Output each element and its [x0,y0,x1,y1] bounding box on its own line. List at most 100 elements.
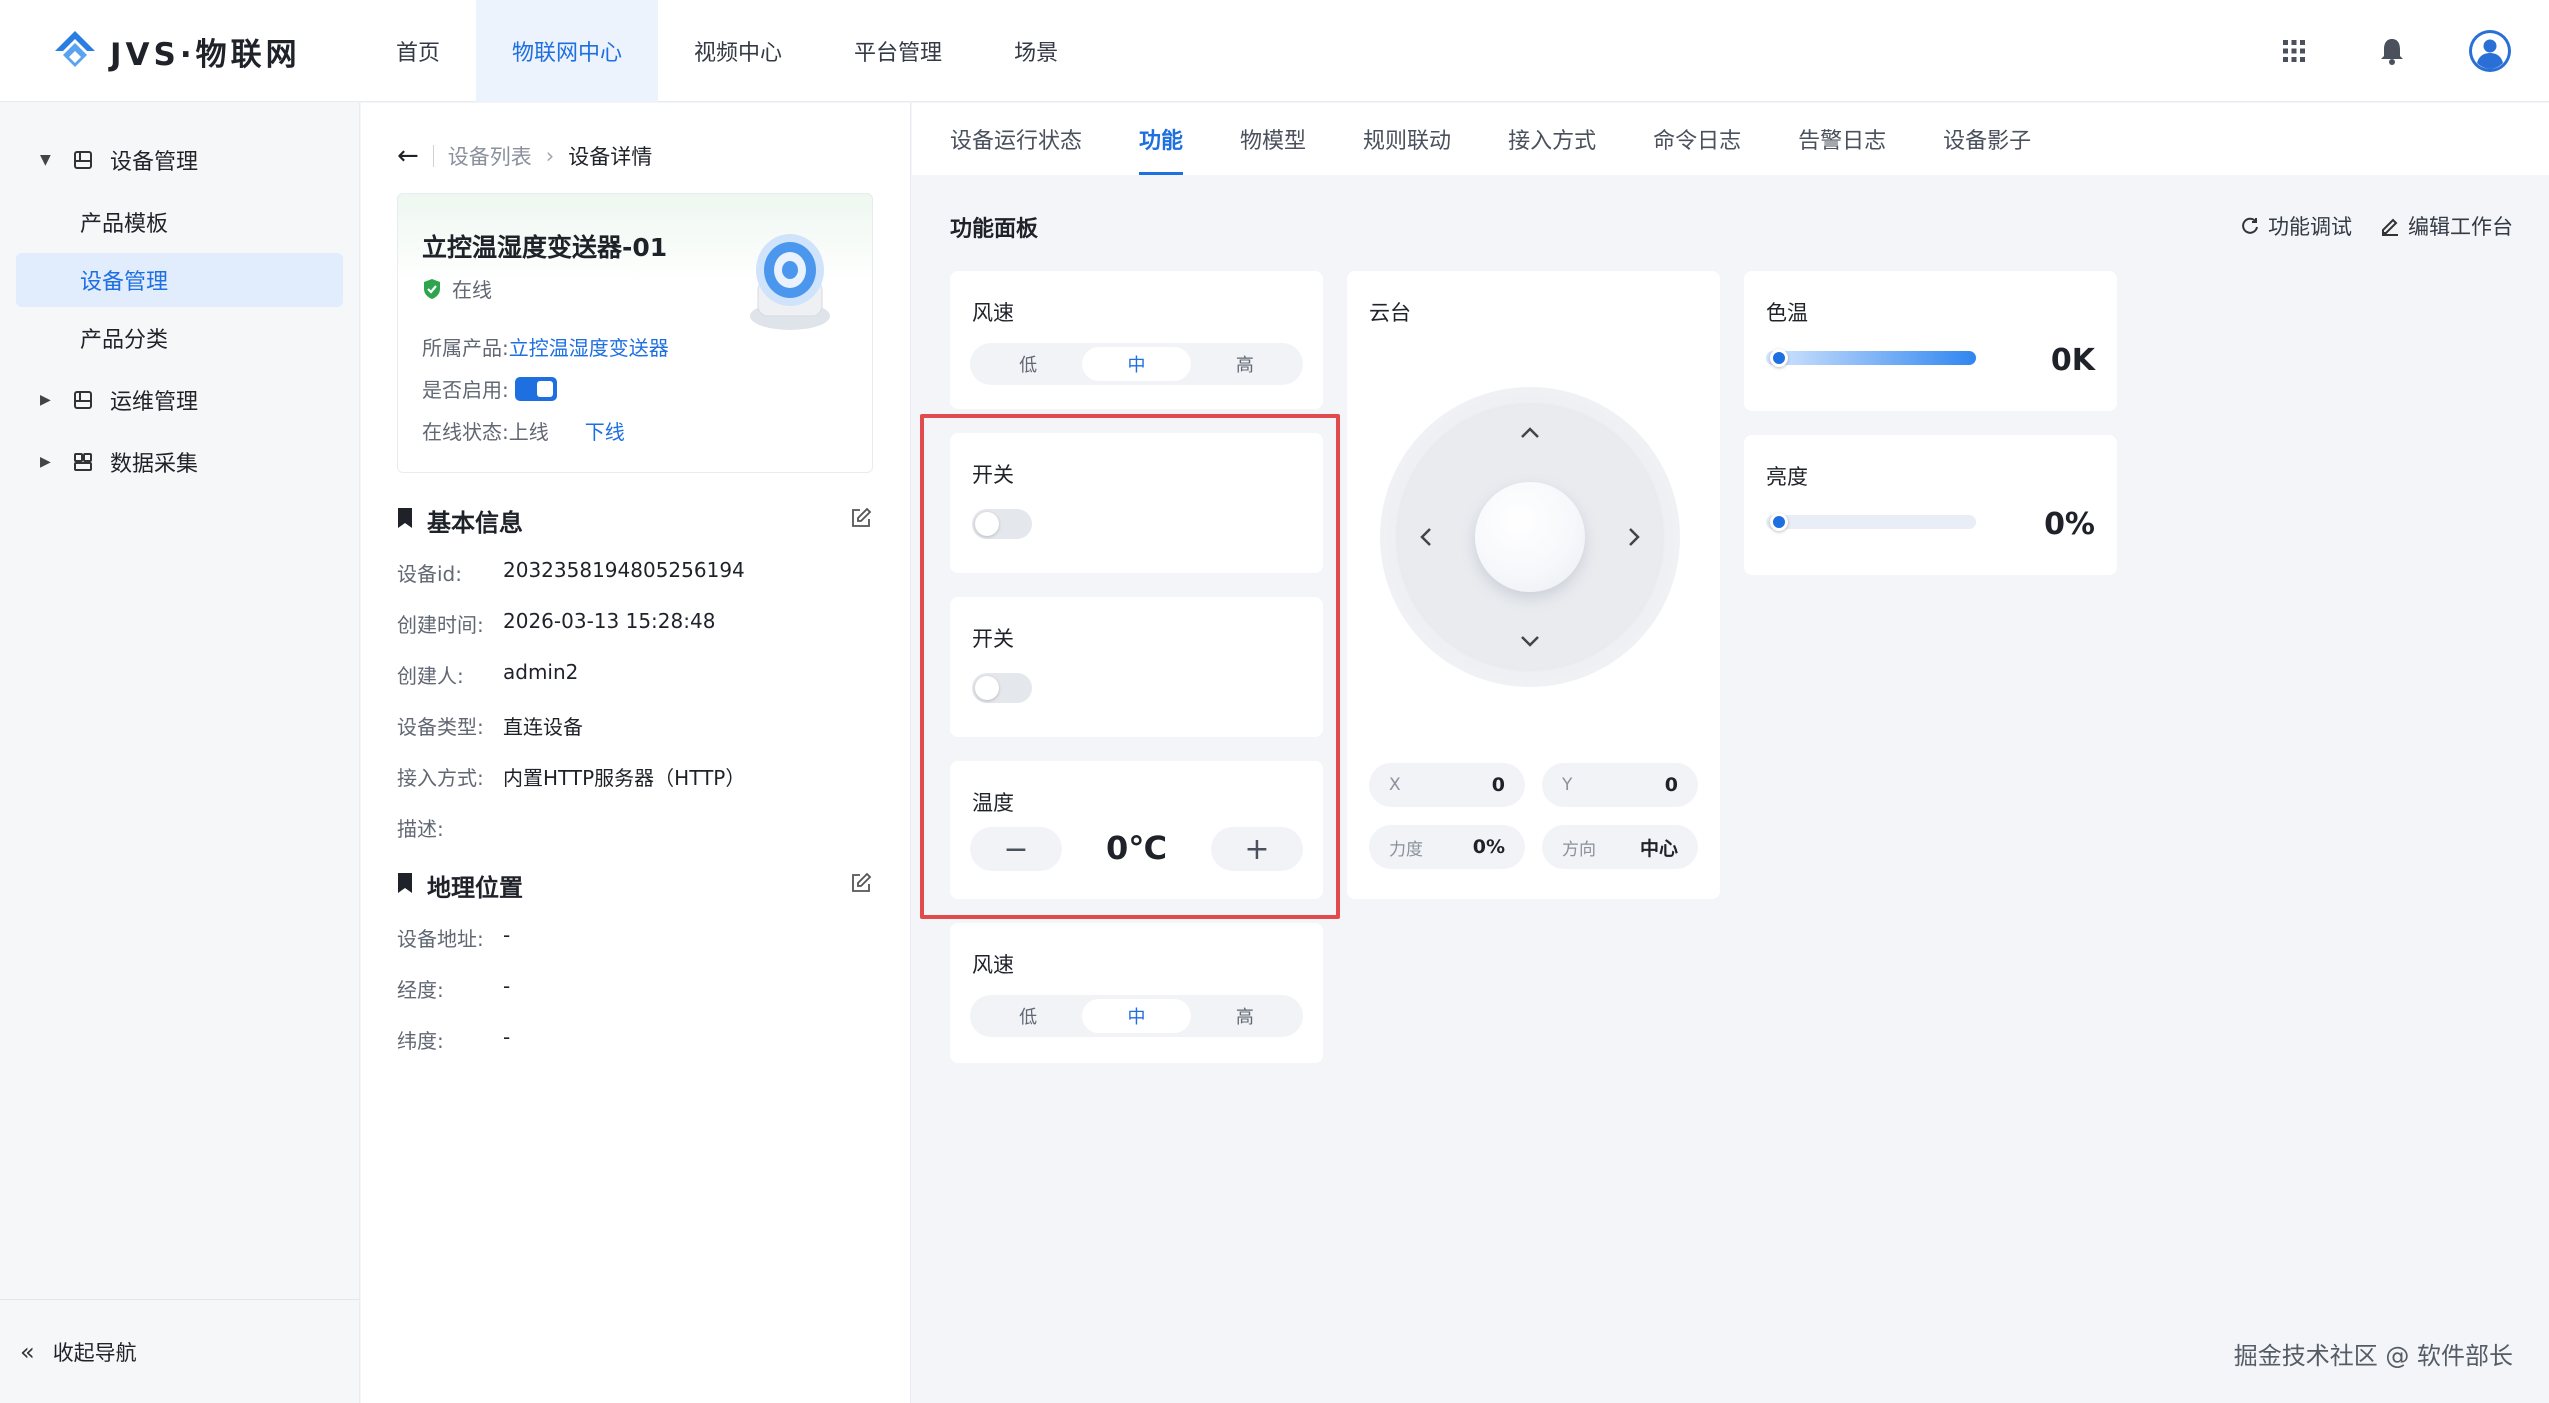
ptz-up-arrow-icon[interactable] [1516,419,1544,447]
apps-grid-icon[interactable] [2271,28,2317,74]
ops-icon [74,391,92,409]
logo-text: JVS·物联网 [110,36,301,73]
tab-rule-linkage[interactable]: 规则联动 [1363,103,1451,175]
tab-function[interactable]: 功能 [1139,103,1184,175]
bookmark-icon [397,507,413,535]
bookmark-icon [397,872,413,900]
device-icon [74,151,92,169]
device-summary-card: 立控温湿度变送器-01 在线 所属产品: 立控温湿度变送器 是否启用: 在线状态… [397,193,873,473]
ptz-direction-field: 方向 中心 [1542,825,1698,869]
device-status-text: 在线 [452,278,492,302]
wind-speed-high[interactable]: 高 [1191,347,1299,381]
ptz-down-arrow-icon[interactable] [1516,627,1544,655]
nav-platform[interactable]: 平台管理 [818,0,978,102]
geo-row-address: 设备地址: - [397,923,511,951]
info-row-creator: 创建人: admin2 [397,660,579,688]
sidebar-item-product-template[interactable]: 产品模板 [16,195,343,249]
color-temp-slider-handle[interactable] [1770,349,1788,367]
wind-speed-medium[interactable]: 中 [1082,347,1191,381]
nav-home[interactable]: 首页 [360,0,476,102]
nav-scene[interactable]: 场景 [978,0,1094,102]
ptz-x-field: X 0 [1369,763,1525,807]
ptz-label: 云台 [1369,301,1411,325]
wind-speed-low[interactable]: 低 [974,347,1082,381]
device-image-icon [750,234,830,330]
footer-credit: 掘金技术社区 @ 软件部长 [2233,1342,2513,1370]
breadcrumb-device-list[interactable]: 设备列表 [448,141,532,171]
bell-icon[interactable] [2369,28,2415,74]
product-label: 所属产品: [422,336,509,360]
brightness-slider-handle[interactable] [1770,513,1788,531]
temperature-label: 温度 [972,791,1014,815]
tab-device-shadow[interactable]: 设备影子 [1943,103,2031,175]
back-arrow-icon[interactable]: ← [397,141,419,171]
logo-icon [55,31,95,67]
switch-toggle-2[interactable] [972,673,1032,703]
tab-thing-model[interactable]: 物模型 [1240,103,1306,175]
sidebar-item-device-management[interactable]: 设备管理 [16,253,343,307]
info-row-device-id: 设备id: 2032358194805256194 [397,558,745,586]
breadcrumb-chevron-icon: › [545,144,555,168]
wind-speed-segmented: 低 中 高 [970,343,1303,385]
offline-link[interactable]: 下线 [585,416,625,445]
collapse-nav-label: 收起导航 [52,1340,137,1365]
enabled-switch[interactable] [514,376,557,401]
device-status: 在线 [422,274,492,303]
nav-video-center[interactable]: 视频中心 [658,0,818,102]
wind-speed-high[interactable]: 高 [1191,999,1299,1033]
ptz-joystick [1380,387,1680,687]
wind-speed-low[interactable]: 低 [974,999,1082,1033]
caret-right-icon: ▶ [40,392,51,408]
wind-speed-label: 风速 [972,953,1014,977]
geo-title-text: 地理位置 [427,874,523,902]
breadcrumb: ← 设备列表 › 设备详情 [397,141,652,171]
sidebar: ▼ 设备管理 产品模板 设备管理 产品分类 ▶ 运维管理 ▶ 数据采集 « 收起… [0,103,360,1403]
tab-alarm-log[interactable]: 告警日志 [1798,103,1886,175]
main-nav: 首页 物联网中心 视频中心 平台管理 场景 [360,0,1094,102]
wind-speed-label: 风速 [972,301,1014,325]
ptz-y-field: Y 0 [1542,763,1698,807]
device-detail-panel: ← 设备列表 › 设备详情 立控温湿度变送器-01 在线 所属产品: 立控温湿度… [361,103,911,1403]
tab-run-status[interactable]: 设备运行状态 [950,103,1082,175]
device-name: 立控温湿度变送器-01 [422,233,668,262]
geo-row-longitude: 经度: - [397,974,511,1002]
edit-geo-icon[interactable] [850,872,872,894]
tab-command-log[interactable]: 命令日志 [1653,103,1741,175]
temperature-card: 温度 − 0℃ + [950,761,1323,899]
edit-basic-info-icon[interactable] [850,507,872,529]
sidebar-group-device-management[interactable]: ▼ 设备管理 [0,129,359,191]
wind-speed-medium[interactable]: 中 [1082,999,1191,1033]
color-temp-label: 色温 [1766,301,1808,325]
user-avatar-icon[interactable] [2467,28,2513,74]
nav-iot-center[interactable]: 物联网中心 [476,0,659,102]
data-icon [74,453,92,471]
panel-title: 功能面板 [950,217,1039,242]
info-row-description: 描述: [397,817,444,841]
color-temp-value: 0K [2050,343,2095,378]
debug-refresh-icon [2242,217,2258,234]
switch-card-1: 开关 [950,433,1323,573]
sidebar-item-product-category[interactable]: 产品分类 [16,311,343,365]
brightness-card: 亮度 0% [1744,435,2117,575]
online-shield-icon [424,278,440,299]
ptz-left-arrow-icon[interactable] [1412,523,1440,551]
pencil-icon [2382,218,2398,236]
brightness-slider[interactable] [1766,513,1976,531]
ptz-knob[interactable] [1475,482,1585,592]
edit-workbench-button[interactable]: 编辑工作台 [2380,211,2513,241]
sidebar-group-data-collection[interactable]: ▶ 数据采集 [0,431,359,493]
sidebar-group-ops[interactable]: ▶ 运维管理 [0,369,359,431]
color-temp-slider[interactable] [1766,349,1976,367]
ptz-right-arrow-icon[interactable] [1620,523,1648,551]
switch-toggle-1[interactable] [972,509,1032,539]
temperature-plus-button[interactable]: + [1211,827,1303,871]
collapse-nav-button[interactable]: « 收起导航 [0,1299,359,1403]
function-debug-button[interactable]: 功能调试 [2240,211,2352,241]
ptz-card: 云台 X 0 Y 0 力度 0% 方向 中心 [1347,271,1720,899]
product-link[interactable]: 立控温湿度变送器 [509,332,669,361]
logo[interactable]: JVS·物联网 [52,26,301,76]
wind-speed-card-2: 风速 低 中 高 [950,923,1323,1063]
color-temp-card: 色温 0K [1744,271,2117,411]
tab-access-method[interactable]: 接入方式 [1508,103,1596,175]
sidebar-group-label: 运维管理 [110,390,199,415]
